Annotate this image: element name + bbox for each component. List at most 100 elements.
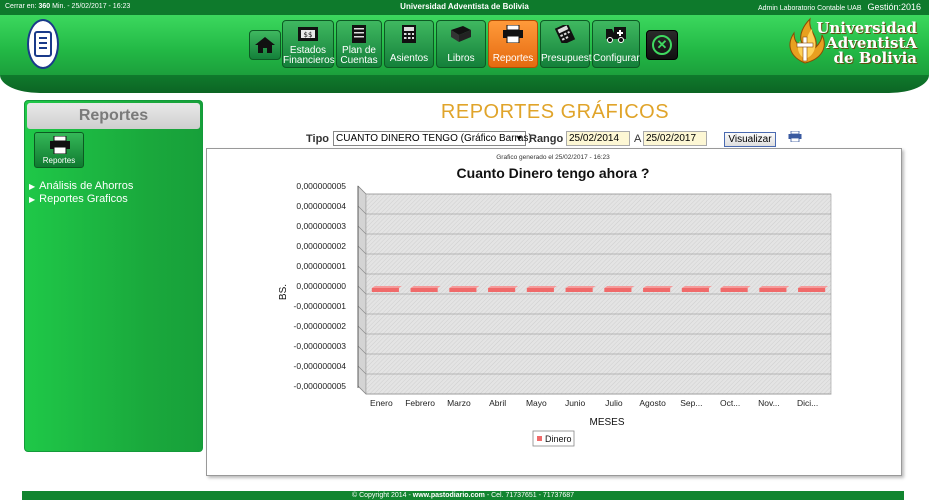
chart-container: Grafico generado el 25/02/2017 - 16:23 C… xyxy=(206,148,902,476)
y-axis-label: BS. xyxy=(278,284,289,300)
tipo-select[interactable]: CUANTO DINERO TENGO (Gráfico Barras) ▼ xyxy=(333,131,532,146)
sidebar-title: Reportes xyxy=(27,103,200,129)
sidebar-link-label: Reportes Graficos xyxy=(39,193,128,205)
x-tick-label: Dici... xyxy=(797,398,818,408)
nav-reportes-button[interactable]: Reportes xyxy=(488,20,538,68)
y-tick-label: -0,000000005 xyxy=(294,381,347,391)
chart-generated-note: Grafico generado el 25/02/2017 - 16:23 xyxy=(496,154,610,161)
visualize-button[interactable]: Visualizar xyxy=(724,132,776,147)
y-tick-label: -0,000000004 xyxy=(294,361,347,371)
nav-estados-financieros-button[interactable]: $$ Estados Financieros xyxy=(282,20,335,68)
x-tick-label: Mayo xyxy=(526,398,547,408)
rango-label: Rango : xyxy=(529,133,570,145)
bar-top xyxy=(681,286,712,288)
user-name: Admin Laboratorio Contable UAB xyxy=(757,5,862,12)
chart-plot-area: 0,000000005 0,000000004 0,000000003 0,00000… xyxy=(294,181,832,408)
nav-logout-button[interactable]: ✕ xyxy=(646,30,678,60)
print-icon[interactable] xyxy=(788,131,802,142)
sidebar-link-label: Análisis de Ahorros xyxy=(39,180,134,192)
nav-asientos-button[interactable]: Asientos xyxy=(384,20,434,68)
y-tick-label: 0,000000001 xyxy=(296,261,346,271)
x-tick-label: Junio xyxy=(565,398,586,408)
bar-chart: Grafico generado el 25/02/2017 - 16:23 C… xyxy=(278,154,832,447)
x-tick-label: Abril xyxy=(489,398,506,408)
footer-copyright: © Copyright 2014 - xyxy=(351,492,413,499)
x-tick-label: Oct... xyxy=(720,398,740,408)
y-tick-label: -0,000000002 xyxy=(294,321,347,331)
brand-line: de Bolivia xyxy=(833,49,917,67)
sidebar: Reportes Reportes ▶ Análisis de Ahorros ▶… xyxy=(24,100,203,452)
x-tick-label: Febrero xyxy=(405,398,435,408)
printer-icon xyxy=(50,136,70,154)
svg-text:$$: $$ xyxy=(304,31,313,39)
header-shadow xyxy=(0,75,929,93)
x-tick-label: Julio xyxy=(605,398,623,408)
nav-configurar-button[interactable]: Configurar xyxy=(592,20,640,68)
bar-top xyxy=(643,286,674,288)
nav-home-button[interactable] xyxy=(249,30,281,60)
nav-libros-button[interactable]: Libros xyxy=(436,20,486,68)
calculator-icon xyxy=(402,25,416,43)
sidebar-link-analisis-ahorros[interactable]: ▶ Análisis de Ahorros xyxy=(29,180,133,192)
sidebar-reportes-button[interactable]: Reportes xyxy=(34,132,84,168)
tipo-label: Tipo : xyxy=(306,133,336,145)
chart-legend: Dinero xyxy=(532,430,575,447)
bank-icon: $$ xyxy=(298,27,318,41)
y-tick-label: 0,000000002 xyxy=(296,241,346,251)
bar-top xyxy=(410,286,441,288)
university-brand: Universidad AdventistA de Bolivia xyxy=(816,21,917,66)
x-tick-label: Enero xyxy=(370,398,393,408)
y-tick-label: 0,000000004 xyxy=(296,201,346,211)
bar-top xyxy=(604,286,635,288)
bar xyxy=(759,288,787,292)
bar-top xyxy=(565,286,596,288)
bar xyxy=(565,288,593,292)
bar xyxy=(449,288,477,292)
date-from-input[interactable]: 25/02/2014 xyxy=(566,131,630,146)
bar xyxy=(371,288,399,292)
x-tick-label: Marzo xyxy=(447,398,471,408)
dropdown-arrow-icon: ▼ xyxy=(515,134,523,143)
nav-label: Presupuesto xyxy=(541,53,598,64)
bar-top xyxy=(449,286,480,288)
bar xyxy=(604,288,632,292)
ambulance-icon xyxy=(606,27,626,43)
bar xyxy=(720,288,748,292)
nav-label: Libros xyxy=(447,53,475,64)
y-tick-label: 0,000000005 xyxy=(296,181,346,191)
home-icon xyxy=(255,37,275,53)
nav-label: Configurar xyxy=(593,53,640,64)
bar xyxy=(681,288,709,292)
university-seal-logo xyxy=(27,19,59,69)
document-icon xyxy=(352,25,366,43)
tipo-selected-value: CUANTO DINERO TENGO (Gráfico Barras) xyxy=(336,133,532,144)
bar xyxy=(488,288,516,292)
gestion-year: Gestión:2016 xyxy=(867,2,921,12)
bar-top xyxy=(488,286,519,288)
footer-site-link[interactable]: www.pastodiario.com xyxy=(413,492,485,499)
nav-presupuesto-button[interactable]: Presupuesto xyxy=(540,20,598,68)
y-tick-label: -0,000000003 xyxy=(294,341,347,351)
bar xyxy=(410,288,438,292)
triangle-right-icon: ▶ xyxy=(29,195,36,204)
x-tick-label: Agosto xyxy=(639,398,666,408)
date-separator-label: A xyxy=(634,133,642,145)
close-icon: ✕ xyxy=(652,35,672,55)
book-icon xyxy=(451,26,471,42)
nav-label: Cuentas xyxy=(340,55,378,66)
legend-swatch xyxy=(537,436,542,441)
bar-top xyxy=(720,286,751,288)
date-to-input[interactable]: 25/02/2017 xyxy=(643,131,707,146)
bar-top xyxy=(798,286,829,288)
sidebar-link-reportes-graficos[interactable]: ▶ Reportes Graficos xyxy=(29,193,128,205)
footer-phones: - Cel. 71737651 - 71737687 xyxy=(484,492,575,499)
x-tick-label: Sep... xyxy=(680,398,702,408)
bar xyxy=(798,288,826,292)
x-tick-label: Nov... xyxy=(758,398,780,408)
page-title: REPORTES GRÁFICOS xyxy=(440,101,670,123)
chart-title: Cuanto Dinero tengo ahora ? xyxy=(457,165,650,181)
user-info: Admin Laboratorio Contable UAB Gestión:2… xyxy=(758,2,921,12)
bar-top xyxy=(371,286,402,288)
triangle-right-icon: ▶ xyxy=(29,182,36,191)
nav-plan-cuentas-button[interactable]: Plan de Cuentas xyxy=(336,20,382,68)
